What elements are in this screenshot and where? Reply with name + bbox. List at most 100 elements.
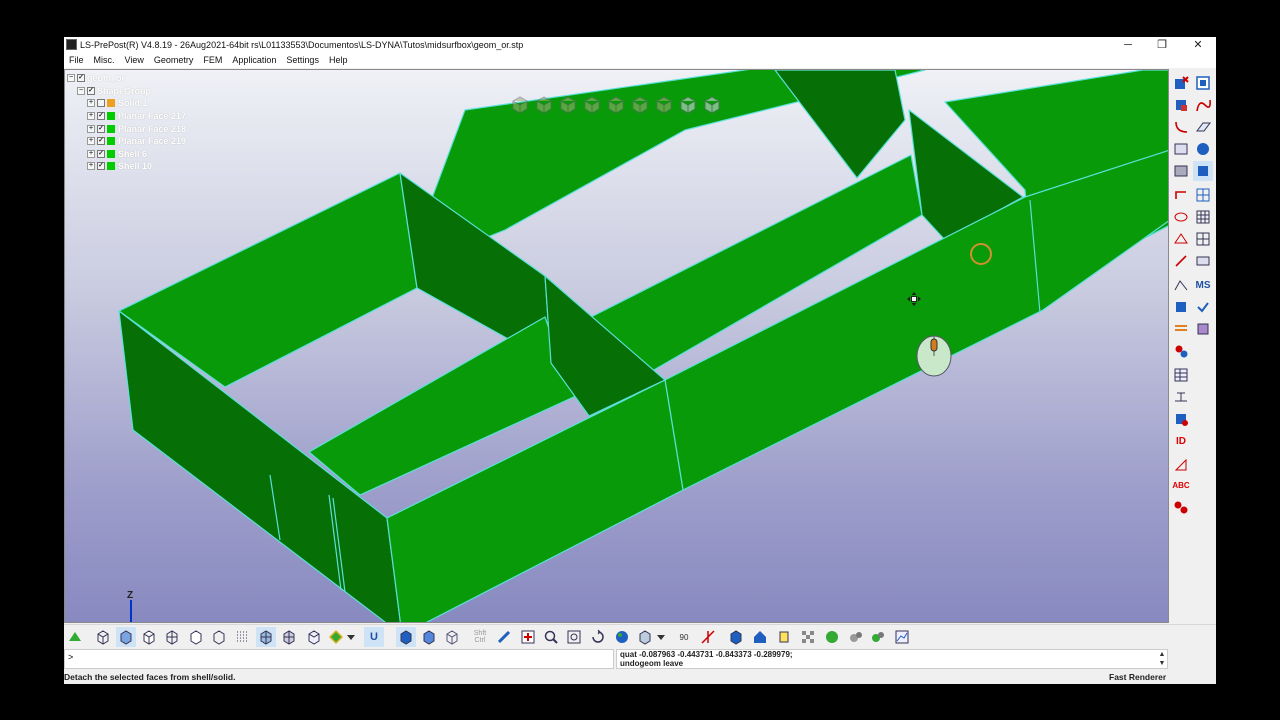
mesh-grid-icon[interactable]	[1193, 185, 1213, 205]
tree-root[interactable]: − ✓ geom_or	[67, 72, 207, 85]
select-mode-icon[interactable]	[65, 627, 85, 647]
view-cube-icon[interactable]	[557, 95, 579, 115]
angle-value[interactable]: 90	[674, 627, 694, 647]
points-icon[interactable]	[232, 627, 252, 647]
view-cube-icon[interactable]	[581, 95, 603, 115]
cube-tools-icon[interactable]	[1171, 95, 1191, 115]
expand-icon[interactable]: +	[87, 149, 95, 158]
expand-icon[interactable]: +	[87, 112, 95, 121]
mesh-check-icon[interactable]	[1171, 275, 1191, 295]
menu-file[interactable]: File	[64, 55, 89, 65]
checkbox-icon[interactable]: ✓	[97, 149, 105, 158]
view-cube-icon[interactable]	[653, 95, 675, 115]
cube-solid-icon[interactable]	[396, 627, 416, 647]
element-tools-icon[interactable]	[1193, 73, 1213, 93]
shape-mesh-icon[interactable]	[1193, 207, 1213, 227]
cube-select-icon[interactable]	[726, 627, 746, 647]
expand-icon[interactable]: +	[87, 99, 95, 108]
scroll-up-icon[interactable]: ▲	[1156, 650, 1168, 659]
spheres-icon[interactable]	[1171, 341, 1191, 361]
shaded-mesh-icon[interactable]	[256, 627, 276, 647]
annotation-icon[interactable]	[1171, 455, 1191, 475]
ms-button[interactable]: MS	[1193, 275, 1213, 295]
element-edit-icon[interactable]	[1171, 229, 1191, 249]
green-ball-icon[interactable]	[822, 627, 842, 647]
checkbox-icon[interactable]: ✓	[97, 112, 105, 121]
checkbox-icon[interactable]: ✓	[97, 124, 105, 133]
edges-icon[interactable]	[209, 627, 229, 647]
checkbox-icon[interactable]	[97, 99, 105, 108]
part-data-icon[interactable]	[1171, 297, 1191, 317]
collapse-icon[interactable]: −	[67, 74, 75, 83]
expand-icon[interactable]: +	[87, 124, 95, 133]
plane-icon[interactable]	[1193, 117, 1213, 137]
menu-application[interactable]: Application	[227, 55, 281, 65]
surface-icon[interactable]	[1171, 139, 1191, 159]
scroll-down-icon[interactable]: ▼	[1156, 659, 1168, 668]
checkbox-icon[interactable]: ✓	[97, 137, 105, 146]
cube-blue-icon[interactable]	[419, 627, 439, 647]
lights-icon[interactable]	[774, 627, 794, 647]
rotate-icon[interactable]	[588, 627, 608, 647]
tree-item[interactable]: + ✓ Shell 10	[67, 160, 207, 173]
axis-flip-icon[interactable]	[698, 627, 718, 647]
solid-icon[interactable]	[1193, 139, 1213, 159]
mesh-lines-icon[interactable]	[162, 627, 182, 647]
mesh-tool-icon[interactable]	[1171, 185, 1191, 205]
view-cube-icon[interactable]	[701, 95, 723, 115]
tree-item[interactable]: + Solid 1	[67, 97, 207, 110]
menu-fem[interactable]: FEM	[198, 55, 227, 65]
view-fit-icon[interactable]	[635, 627, 655, 647]
molecule-icon[interactable]	[1171, 497, 1191, 517]
feature-lines-icon[interactable]	[186, 627, 206, 647]
table-icon[interactable]	[1171, 365, 1191, 385]
shape-edit-icon[interactable]	[1171, 161, 1191, 181]
tree-item[interactable]: + ✓ Shell 6	[67, 148, 207, 161]
graph-icon[interactable]	[892, 627, 912, 647]
checker-icon[interactable]	[798, 627, 818, 647]
view-cube-icon[interactable]	[677, 95, 699, 115]
wireframe-icon[interactable]	[93, 627, 113, 647]
model-parts-icon[interactable]	[1171, 73, 1191, 93]
menu-geometry[interactable]: Geometry	[149, 55, 199, 65]
graphics-viewport[interactable]: − ✓ geom_or − ✓ ShapeGroup + Solid 1 + ✓…	[64, 69, 1169, 623]
zoom-icon[interactable]	[541, 627, 561, 647]
menu-settings[interactable]: Settings	[281, 55, 324, 65]
view-cube-icon[interactable]	[629, 95, 651, 115]
menu-help[interactable]: Help	[324, 55, 353, 65]
tree-item[interactable]: + ✓ Planar Face 217	[67, 110, 207, 123]
tree-item[interactable]: + ✓ Planar Face 219	[67, 135, 207, 148]
curve-icon[interactable]	[1193, 95, 1213, 115]
view-cube-icon[interactable]	[605, 95, 627, 115]
menu-view[interactable]: View	[120, 55, 149, 65]
abc-button[interactable]: ABC	[1171, 475, 1191, 495]
view-cube-icon[interactable]	[304, 627, 324, 647]
tree-item[interactable]: + ✓ Planar Face 218	[67, 122, 207, 135]
settings-gears-icon[interactable]	[868, 627, 888, 647]
undo-geometry-button[interactable]: U	[364, 627, 384, 647]
checkbox-icon[interactable]: ✓	[77, 74, 85, 83]
menu-misc[interactable]: Misc.	[89, 55, 120, 65]
view-cube-icon[interactable]	[509, 95, 531, 115]
geometry-scene[interactable]	[65, 70, 1169, 623]
expand-icon[interactable]: +	[87, 137, 95, 146]
load-icon[interactable]	[1171, 319, 1191, 339]
shaded-icon[interactable]	[116, 627, 136, 647]
part-color-icon[interactable]	[1171, 409, 1191, 429]
gears-icon[interactable]	[846, 627, 866, 647]
block-mesh-icon[interactable]	[1171, 207, 1191, 227]
pick-icon[interactable]	[494, 627, 514, 647]
collapse-icon[interactable]: −	[77, 86, 85, 95]
view-cube-icon[interactable]	[533, 95, 555, 115]
midsurface-icon[interactable]	[1193, 161, 1213, 181]
command-input[interactable]: >	[64, 649, 614, 669]
log-scrollbar[interactable]: ▲ ▼	[1156, 650, 1168, 668]
measure-icon[interactable]	[1171, 387, 1191, 407]
element-generation-icon[interactable]	[1193, 251, 1213, 271]
upper-back-wall[interactable]	[774, 70, 906, 179]
checkbox-icon[interactable]: ✓	[97, 162, 105, 171]
maximize-button[interactable]: ❐	[1145, 37, 1179, 52]
checkbox-icon[interactable]: ✓	[87, 86, 95, 95]
dropdown-arrow-icon[interactable]	[656, 627, 666, 647]
zoom-window-icon[interactable]	[564, 627, 584, 647]
